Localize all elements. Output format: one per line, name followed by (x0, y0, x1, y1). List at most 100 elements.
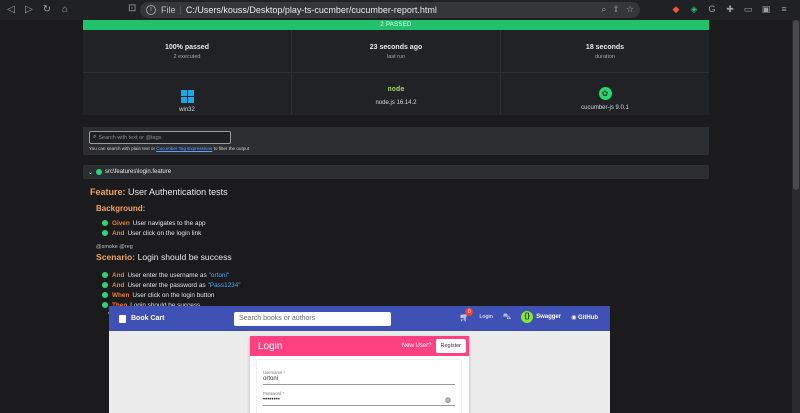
extension-green-icon[interactable]: ◈ (688, 3, 700, 15)
share-icon[interactable]: ⇪ (612, 4, 620, 15)
background-keyword: Background: (96, 204, 146, 213)
address-bar[interactable]: i File | C:/Users/kouss/Desktop/play-ts-… (140, 2, 640, 18)
passed-step-icon (102, 282, 108, 288)
step-keyword: When (112, 291, 130, 299)
env-os: win32 (83, 73, 292, 115)
swagger-link[interactable]: {} Swagger (521, 311, 561, 323)
menu-icon[interactable]: ≡ (778, 3, 790, 15)
puzzle-icon[interactable]: ✚ (724, 3, 736, 15)
zoom-icon[interactable]: ⌕ (601, 4, 606, 15)
feature-path: src\features\login.feature (105, 169, 172, 175)
stat-passed: 100% passed 2 executed (83, 30, 292, 72)
feature-header[interactable]: ⌄ src\features\login.feature (83, 165, 709, 179)
step-row: And User enter the password as "Pass1234… (102, 280, 709, 290)
step-row: And User click on the login link (102, 228, 709, 238)
reload-icon[interactable]: ↻ (40, 3, 54, 17)
scenario-tags: @smoke @reg (96, 244, 133, 250)
search-placeholder: Search with text or @tags (98, 134, 162, 141)
login-title: Login (258, 340, 283, 352)
feature-title: Feature: User Authentication tests (90, 187, 709, 197)
scenario-title: Scenario: Login should be success (96, 252, 709, 262)
scenario-name: Login should be success (137, 252, 232, 262)
bookmark-icon[interactable]: ⊡ (128, 3, 136, 14)
wallet-icon[interactable]: ▣ (760, 3, 772, 15)
book-search-input[interactable]: Search books or authors (234, 312, 391, 326)
info-icon[interactable]: i (146, 5, 156, 15)
brand-name: Book Cart (131, 315, 165, 322)
env-cucumber: ✿ cucumber-js 9.0.1 (501, 73, 709, 115)
theme-icon[interactable]: ⛍ (503, 312, 511, 322)
password-field[interactable]: •••••••• (263, 397, 455, 406)
sidebar-icon[interactable]: ▭ (742, 3, 754, 15)
stat-value: 100% passed (165, 44, 209, 51)
passed-step-icon (102, 292, 108, 298)
pass-banner: 2 PASSED (83, 20, 709, 30)
chevron-down-icon[interactable]: ⌄ (88, 169, 93, 176)
stat-caption: duration (595, 54, 615, 60)
page-scrollbar[interactable] (792, 20, 800, 413)
scrollbar-thumb[interactable] (793, 20, 799, 190)
step-text: User enter the password as (127, 281, 206, 289)
search-help-suffix: to filter the output (212, 146, 250, 151)
step-text: User click on the login button (132, 291, 215, 299)
scenario-keyword: Scenario: (96, 252, 136, 262)
url-text[interactable]: C:/Users/kouss/Desktop/play-ts-cucmber/c… (186, 5, 437, 15)
stat-value: 18 seconds (585, 44, 625, 51)
search-icon: ⌕ (93, 134, 97, 140)
env-label: win32 (179, 107, 195, 113)
passed-status-icon (96, 169, 103, 175)
forward-icon[interactable]: ▷ (22, 3, 36, 17)
step-keyword: And (112, 271, 125, 279)
search-input[interactable]: ⌕ Search with text or @tags (89, 131, 231, 144)
tag-expressions-link[interactable]: Cucumber Tag Expressions (156, 146, 212, 151)
step-argument: "ortoni" (208, 271, 230, 279)
nodejs-icon: node (387, 85, 405, 93)
register-button[interactable]: Register (435, 339, 466, 353)
scenario-steps: And User enter the username as "ortoni" … (102, 270, 709, 310)
passed-step-icon (102, 220, 108, 226)
github-link[interactable]: ◉ GitHub (571, 314, 598, 321)
env-label: node.js 16.14.2 (375, 100, 417, 106)
username-field[interactable]: ortoni (263, 376, 455, 385)
extension-g-icon[interactable]: G (706, 3, 718, 15)
back-icon[interactable]: ◁ (4, 3, 18, 17)
passed-step-icon (102, 302, 108, 308)
swagger-label: Swagger (536, 314, 562, 320)
visibility-off-icon[interactable]: ◍ (445, 396, 451, 404)
brave-shield-icon[interactable]: ◆ (670, 3, 682, 15)
login-card: Login New User? Register Username * orto… (250, 336, 469, 413)
windows-icon (180, 90, 194, 103)
step-argument: "Pass1234" (207, 281, 241, 289)
step-keyword: Given (112, 219, 130, 227)
stat-duration: 18 seconds duration (501, 30, 709, 72)
book-icon (119, 314, 126, 323)
stat-value: 23 seconds ago (369, 44, 423, 51)
login-header: Login New User? Register (250, 336, 469, 356)
url-scheme: File (161, 5, 176, 15)
stats-row: 100% passed 2 executed 23 seconds ago la… (83, 30, 709, 73)
github-label: GitHub (578, 314, 598, 321)
passed-step-icon (102, 230, 108, 236)
feature-keyword: Feature: (90, 187, 126, 197)
home-icon[interactable]: ⌂ (58, 3, 72, 17)
step-row: And User enter the username as "ortoni" (102, 270, 709, 280)
step-text: User navigates to the app (132, 219, 206, 227)
brand-link[interactable]: Book Cart (119, 314, 165, 323)
background-steps: Given User navigates to the app And User… (102, 218, 709, 238)
extensions-area: ◆ ◈ G ✚ ▭ ▣ ≡ (670, 3, 790, 15)
cart-icon[interactable]: 🛒︎ 0 (459, 307, 474, 322)
star-icon[interactable]: ☆ (626, 4, 634, 15)
attached-image: Book Cart Search books or authors 🛒︎ 0 Lo… (109, 306, 610, 413)
login-link[interactable]: Login (479, 314, 492, 320)
stat-caption: last run (386, 54, 406, 60)
environment-row: win32 node node.js 16.14.2 ✿ cucumber-js… (83, 73, 709, 115)
background-title: Background: (96, 204, 709, 213)
browser-toolbar: ◁ ▷ ↻ ⌂ ⊡ i File | C:/Users/kouss/Deskto… (0, 0, 800, 20)
new-user-area: New User? Register (402, 339, 466, 353)
step-text: User click on the login link (127, 229, 202, 237)
feature-name: User Authentication tests (128, 187, 228, 197)
env-runtime: node node.js 16.14.2 (292, 73, 501, 115)
stat-caption: 2 executed (173, 54, 201, 60)
stat-last-run: 23 seconds ago last run (292, 30, 501, 72)
cucumber-icon: ✿ (598, 87, 612, 100)
